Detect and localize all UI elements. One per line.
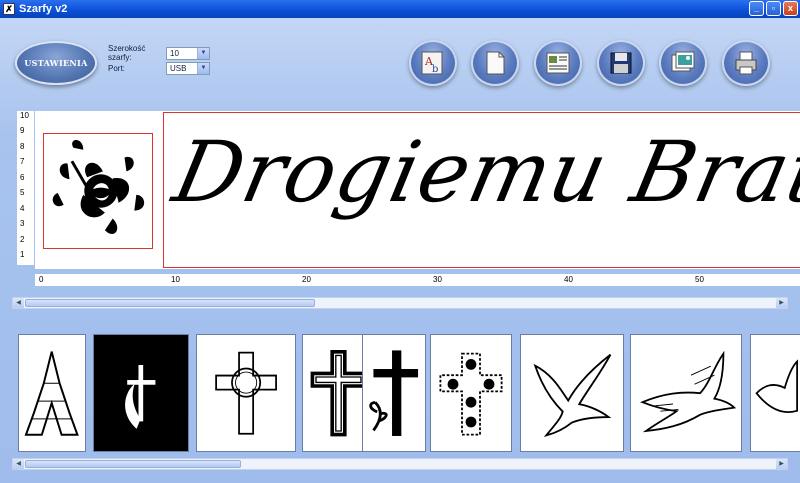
ruler-tick: 20 <box>302 275 311 284</box>
close-button[interactable]: x <box>783 1 798 16</box>
outline-cross-icon <box>310 349 366 437</box>
cross-lily-icon <box>369 350 419 436</box>
ruler-tick: 5 <box>20 188 25 197</box>
chevron-down-icon[interactable]: ▼ <box>197 47 209 59</box>
dove-partial-icon <box>755 359 798 413</box>
ruler-tick: 6 <box>20 173 25 182</box>
cross-flame-icon <box>124 364 156 429</box>
vertical-ruler: 10 9 8 7 6 5 4 3 2 1 <box>17 111 34 265</box>
ruler-tick: 1 <box>20 250 25 259</box>
gallery-scrollbar[interactable]: ◀ ▶ <box>12 458 788 470</box>
dove-icon <box>533 353 612 437</box>
emblem-frame[interactable] <box>43 133 153 249</box>
chevron-right-icon[interactable]: ▶ <box>776 459 787 469</box>
font-icon: A b <box>421 51 443 75</box>
svg-text:b: b <box>432 64 438 75</box>
port-select[interactable]: USB ▼ <box>166 62 210 75</box>
save-disk-icon <box>610 52 632 74</box>
scrollbar-thumb[interactable] <box>25 460 241 468</box>
gallery-item[interactable] <box>362 334 426 452</box>
new-document-icon <box>486 51 505 75</box>
image-library-icon <box>671 51 695 72</box>
chevron-right-icon[interactable]: ▶ <box>776 298 787 308</box>
scrollbar-thumb[interactable] <box>25 299 315 307</box>
preview-scrollbar[interactable]: ◀ ▶ <box>12 297 788 309</box>
window-title: Szarfy v2 <box>19 3 68 15</box>
width-label: Szerokość szarfy: <box>108 44 146 62</box>
ruler-tick: 4 <box>20 204 25 213</box>
gallery-item[interactable] <box>93 334 189 452</box>
ruler-tick: 2 <box>20 235 25 244</box>
ruler-tick: 40 <box>564 275 573 284</box>
settings-button[interactable]: USTAWIENIA <box>15 41 97 85</box>
gallery-item[interactable] <box>430 334 512 452</box>
text-frame[interactable]: Drogiemu Bratu <box>163 112 800 268</box>
ruler-tick: 30 <box>433 275 442 284</box>
font-button[interactable]: A b <box>409 40 457 86</box>
praying-hands-icon <box>24 351 80 436</box>
printer-icon <box>735 51 757 75</box>
maximize-button[interactable]: ▫ <box>766 1 781 16</box>
ruler-tick: 8 <box>20 142 25 151</box>
emblem-gallery <box>18 334 800 452</box>
gallery-item[interactable] <box>750 334 800 452</box>
gallery-item[interactable] <box>630 334 742 452</box>
gallery-item[interactable] <box>18 334 86 452</box>
dove-branch-icon <box>639 350 736 433</box>
width-value: 10 <box>170 48 179 58</box>
ruler-tick: 0 <box>39 275 44 284</box>
chevron-left-icon[interactable]: ◀ <box>13 459 24 469</box>
gallery-item[interactable] <box>520 334 624 452</box>
chevron-left-icon[interactable]: ◀ <box>13 298 24 308</box>
rose-icon <box>52 139 145 234</box>
ruler-tick: 10 <box>171 275 180 284</box>
new-button[interactable] <box>471 40 519 86</box>
open-template-icon <box>546 52 570 74</box>
celtic-cross-icon <box>215 351 277 435</box>
sash-preview[interactable]: Drogiemu Bratu <box>35 111 800 269</box>
ruler-tick: 7 <box>20 157 25 166</box>
app-icon: ✗ <box>3 3 15 15</box>
port-row: Port: USB ▼ <box>108 62 210 75</box>
width-select[interactable]: 10 ▼ <box>166 46 210 60</box>
images-button[interactable] <box>659 40 707 86</box>
ruler-tick: 50 <box>695 275 704 284</box>
chevron-down-icon[interactable]: ▼ <box>197 63 209 74</box>
main-area: USTAWIENIA Szerokość szarfy: 10 ▼ Port: … <box>0 18 800 483</box>
port-label: Port: <box>108 64 125 73</box>
port-value: USB <box>170 64 187 73</box>
width-row: Szerokość szarfy: 10 ▼ <box>108 44 210 62</box>
horizontal-ruler: 0 10 20 30 40 50 <box>35 274 800 286</box>
sash-text[interactable]: Drogiemu Bratu <box>166 123 800 221</box>
print-button[interactable] <box>722 40 770 86</box>
gallery-item[interactable] <box>196 334 296 452</box>
flower-cross-icon <box>439 352 503 436</box>
save-button[interactable] <box>597 40 645 86</box>
minimize-button[interactable]: _ <box>749 1 764 16</box>
ruler-tick: 3 <box>20 219 25 228</box>
ruler-tick: 9 <box>20 126 25 135</box>
template-button[interactable] <box>534 40 582 86</box>
title-bar: ✗ Szarfy v2 _ ▫ x <box>0 0 800 18</box>
ruler-tick: 10 <box>20 111 29 120</box>
